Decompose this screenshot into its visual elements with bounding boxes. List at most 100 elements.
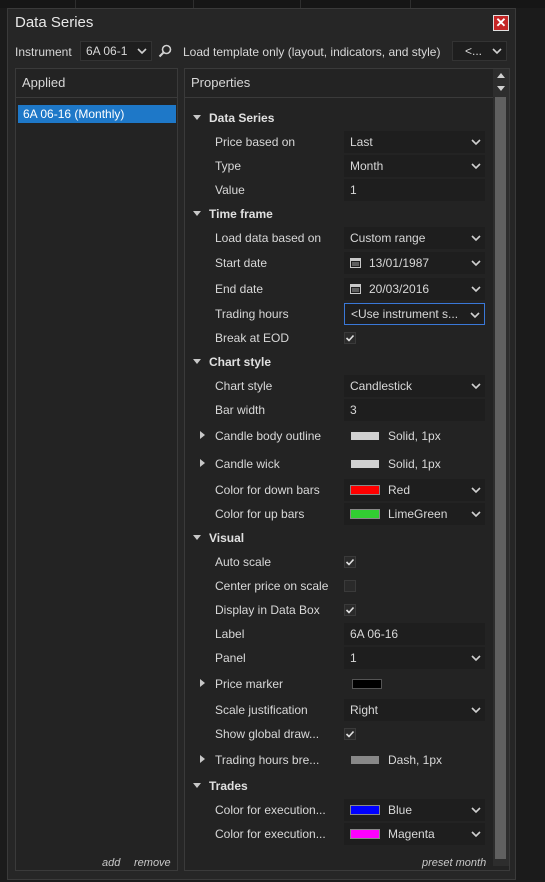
properties-panel: Properties Data Series Price based on Last…: [184, 68, 510, 871]
expand-icon[interactable]: [200, 431, 205, 439]
category-label: Chart style: [209, 355, 272, 369]
property-name: Label: [215, 627, 245, 641]
search-icon[interactable]: [158, 44, 172, 58]
template-value: <...: [465, 44, 483, 58]
collapse-icon[interactable]: [193, 211, 201, 216]
color-picker[interactable]: Blue: [344, 799, 485, 821]
checkbox[interactable]: [344, 604, 356, 616]
color-picker[interactable]: Magenta: [344, 823, 485, 845]
chevron-down-icon: [471, 807, 481, 814]
instrument-row: Instrument 6A 06-1 Load template only (l…: [8, 41, 515, 63]
chevron-down-icon: [471, 383, 481, 390]
scroll-up-icon[interactable]: [497, 73, 505, 78]
property-row: Candle body outline Solid, 1px: [186, 424, 490, 448]
property-value: Solid, 1px: [388, 457, 441, 471]
property-value: Magenta: [388, 827, 435, 841]
property-value: Month: [350, 159, 384, 173]
checkbox[interactable]: [344, 556, 356, 568]
chevron-down-icon: [471, 260, 481, 267]
category-row[interactable]: Time frame: [186, 202, 490, 226]
instrument-combo[interactable]: 6A 06-1: [80, 41, 152, 61]
template-combo[interactable]: <...: [452, 41, 507, 61]
expand-icon[interactable]: [200, 679, 205, 687]
category-label: Visual: [209, 531, 245, 545]
stroke-editor[interactable]: Dash, 1px: [344, 749, 485, 771]
property-combo[interactable]: Right: [344, 699, 485, 721]
property-value: 6A 06-16: [350, 627, 399, 641]
category-row[interactable]: Data Series: [186, 106, 490, 130]
close-button[interactable]: ✕: [493, 15, 509, 31]
checkbox[interactable]: [344, 580, 356, 592]
property-value: Dash, 1px: [388, 753, 443, 767]
property-row: Value 1: [186, 178, 490, 202]
property-row: Auto scale: [186, 550, 490, 574]
property-input[interactable]: 6A 06-16: [344, 623, 485, 645]
expand-icon[interactable]: [200, 755, 205, 763]
color-picker[interactable]: LimeGreen: [344, 503, 485, 525]
price-marker-editor[interactable]: [344, 673, 485, 695]
background-strip: [0, 0, 545, 8]
property-input[interactable]: 1: [344, 179, 485, 201]
category-label: Trades: [209, 779, 248, 793]
property-combo[interactable]: <Use instrument s...: [344, 303, 485, 325]
property-combo[interactable]: Candlestick: [344, 375, 485, 397]
property-row: Color for down bars Red: [186, 478, 490, 502]
date-picker[interactable]: 20/03/2016: [344, 278, 485, 300]
property-name: Display in Data Box: [215, 603, 320, 617]
chevron-down-icon: [492, 48, 502, 55]
applied-item[interactable]: 6A 06-16 (Monthly): [18, 105, 176, 123]
collapse-icon[interactable]: [193, 359, 201, 364]
color-picker[interactable]: Red: [344, 479, 485, 501]
stroke-editor[interactable]: Solid, 1px: [344, 425, 485, 447]
scroll-down-icon[interactable]: [497, 86, 505, 91]
collapse-icon[interactable]: [193, 115, 201, 120]
scroll-thumb[interactable]: [495, 97, 506, 859]
checkbox[interactable]: [344, 332, 356, 344]
property-combo[interactable]: Month: [344, 155, 485, 177]
property-name: Load data based on: [215, 231, 322, 245]
stroke-editor[interactable]: Solid, 1px: [344, 453, 485, 475]
collapse-icon[interactable]: [193, 535, 201, 540]
date-picker[interactable]: 13/01/1987: [344, 252, 485, 274]
property-value: Right: [350, 703, 379, 717]
property-row: Color for execution... Magenta: [186, 822, 490, 846]
color-swatch: [350, 485, 380, 495]
chevron-down-icon: [471, 163, 481, 170]
title-bar: Data Series ✕: [8, 9, 515, 37]
property-row: Break at EOD: [186, 326, 490, 350]
property-combo[interactable]: 1: [344, 647, 485, 669]
color-swatch: [350, 829, 380, 839]
applied-panel: Applied 6A 06-16 (Monthly) add remove: [15, 68, 178, 871]
category-label: Time frame: [209, 207, 273, 221]
collapse-icon[interactable]: [193, 783, 201, 788]
property-name: Trading hours bre...: [215, 753, 320, 767]
property-value: 13/01/1987: [369, 256, 430, 270]
property-row: Type Month: [186, 154, 490, 178]
property-name: Start date: [215, 256, 268, 270]
property-combo[interactable]: Last: [344, 131, 485, 153]
checkbox[interactable]: [344, 728, 356, 740]
property-row: Trading hours bre... Dash, 1px: [186, 748, 490, 772]
property-name: Show global draw...: [215, 727, 320, 741]
close-icon: ✕: [495, 15, 507, 30]
property-name: Center price on scale: [215, 579, 329, 593]
property-name: Candle wick: [215, 457, 280, 471]
property-name: Candle body outline: [215, 429, 322, 443]
property-input[interactable]: 3: [344, 399, 485, 421]
category-row[interactable]: Chart style: [186, 350, 490, 374]
property-value: 3: [350, 403, 357, 417]
remove-link[interactable]: remove: [134, 857, 171, 869]
chevron-down-icon: [471, 831, 481, 838]
property-name: Color for down bars: [215, 483, 320, 497]
scrollbar[interactable]: [493, 69, 509, 866]
property-combo[interactable]: Custom range: [344, 227, 485, 249]
add-link[interactable]: add: [102, 857, 120, 869]
property-name: Break at EOD: [215, 331, 290, 345]
property-value: Candlestick: [350, 379, 413, 393]
category-row[interactable]: Visual: [186, 526, 490, 550]
preset-link[interactable]: preset month: [422, 857, 486, 869]
property-row: Color for up bars LimeGreen: [186, 502, 490, 526]
expand-icon[interactable]: [200, 459, 205, 467]
category-row[interactable]: Trades: [186, 774, 490, 798]
chevron-down-icon: [471, 286, 481, 293]
